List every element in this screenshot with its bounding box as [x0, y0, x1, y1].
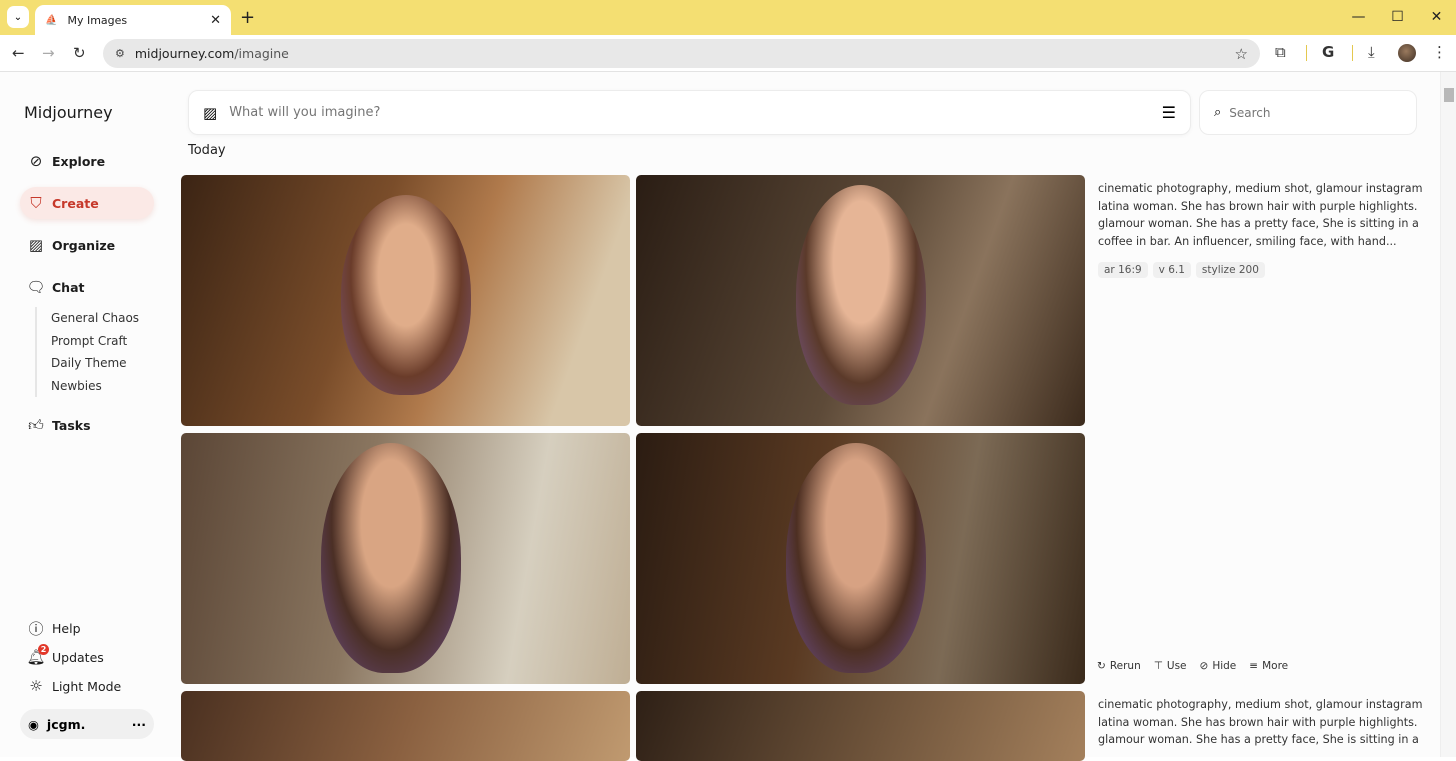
address-bar[interactable]: ⚙ midjourney.com/imagine ☆	[103, 39, 1260, 68]
tag-stylize[interactable]: stylize 200	[1195, 262, 1265, 278]
browser-tab[interactable]: ⛵ My Images ✕	[35, 5, 231, 35]
chat-icon: 🗨	[26, 278, 46, 296]
url-path: /imagine	[234, 46, 289, 61]
job-actions: ↻ Rerun ⊤ Use ⊘ Hide ≡ More	[1097, 660, 1288, 672]
menu-kebab-icon[interactable]: ⋮	[1432, 43, 1447, 61]
tab-search-dropdown[interactable]: ⌄	[7, 6, 29, 28]
more-options-icon[interactable]: ···	[132, 717, 146, 732]
use-button[interactable]: ⊤ Use	[1154, 660, 1187, 672]
section-title: Today	[188, 143, 226, 158]
help-icon: ⓘ	[28, 619, 44, 638]
reload-button[interactable]: ↻	[73, 44, 86, 62]
tab-title: My Images	[67, 13, 128, 27]
forward-button[interactable]: →	[42, 44, 55, 62]
more-button[interactable]: ≡ More	[1249, 660, 1288, 672]
sidebar-item-tasks[interactable]: 👍︎ Tasks	[20, 409, 154, 441]
new-tab-button[interactable]: +	[240, 7, 255, 28]
imagine-prompt-bar: ▨ ☰	[188, 90, 1191, 135]
channel-newbies[interactable]: Newbies	[51, 375, 139, 398]
prompt-text-2[interactable]: cinematic photography, medium shot, glam…	[1098, 696, 1423, 749]
sidebar-item-organize[interactable]: ▨ Organize	[20, 229, 154, 261]
profile-avatar[interactable]	[1398, 44, 1416, 62]
app-main: Midjourney ⊘ Explore ⛉ Create ▨ Organize 🗨 C…	[0, 72, 1440, 761]
sidebar-item-chat[interactable]: 🗨 Chat	[20, 271, 154, 303]
generated-image-4[interactable]	[636, 433, 1085, 684]
user-icon: ◉	[28, 716, 39, 732]
sidebar-item-explore[interactable]: ⊘ Explore	[20, 145, 154, 177]
user-menu[interactable]: ◉ jcgm. ···	[20, 709, 154, 739]
search-input[interactable]	[1229, 105, 1402, 120]
logo[interactable]: Midjourney	[24, 103, 113, 122]
back-button[interactable]: ←	[12, 44, 25, 62]
tag-version[interactable]: v 6.1	[1152, 262, 1191, 278]
extensions-icon[interactable]: ⧉	[1275, 43, 1286, 61]
close-window-button[interactable]: ✕	[1417, 0, 1456, 35]
tag-aspect-ratio[interactable]: ar 16:9	[1098, 262, 1148, 278]
minimize-button[interactable]: —	[1339, 0, 1378, 35]
close-tab-icon[interactable]: ✕	[210, 13, 221, 28]
generated-image-6[interactable]	[636, 691, 1085, 761]
rerun-icon: ↻	[1097, 660, 1106, 672]
scrollbar-thumb[interactable]	[1444, 88, 1454, 102]
browser-tab-bar: ⌄ ⛵ My Images ✕ + — ☐ ✕	[0, 0, 1456, 35]
sidebar-item-updates[interactable]: 🔔︎ 2 Updates	[20, 641, 154, 673]
image-upload-icon[interactable]: ▨	[203, 104, 217, 122]
menu-icon: ≡	[1249, 660, 1259, 672]
brush-icon: ⛉	[30, 194, 42, 212]
channel-prompt-craft[interactable]: Prompt Craft	[51, 330, 139, 353]
scrollbar[interactable]	[1440, 72, 1456, 757]
channel-general-chaos[interactable]: General Chaos	[51, 307, 139, 330]
generated-image-1[interactable]	[181, 175, 630, 426]
midjourney-favicon-icon: ⛵	[45, 14, 58, 26]
updates-badge: 2	[38, 644, 49, 655]
sidebar: Midjourney ⊘ Explore ⛉ Create ▨ Organize 🗨 C…	[0, 72, 170, 757]
chat-channel-list: General Chaos Prompt Craft Daily Theme N…	[35, 307, 139, 397]
generated-image-3[interactable]	[181, 433, 630, 684]
prompt-text-1[interactable]: cinematic photography, medium shot, glam…	[1098, 180, 1423, 250]
browser-toolbar: ← → ↻ ⚙ midjourney.com/imagine ☆ ⧉ G ⤓ ⋮	[0, 35, 1456, 72]
channel-daily-theme[interactable]: Daily Theme	[51, 352, 139, 375]
image-icon: ▨	[28, 236, 44, 254]
google-icon[interactable]: G	[1322, 43, 1334, 61]
eye-off-icon: ⊘	[1199, 660, 1209, 672]
imagine-input[interactable]	[229, 105, 1162, 120]
chevron-down-icon: ⌄	[13, 11, 23, 23]
parameter-tags: ar 16:9 v 6.1 stylize 200	[1098, 262, 1265, 278]
url-domain: midjourney.com	[134, 46, 235, 61]
settings-sliders-icon[interactable]: ☰	[1162, 103, 1176, 122]
download-icon[interactable]: ⤓	[1368, 43, 1375, 61]
sun-icon: ☼	[29, 677, 43, 695]
site-info-icon[interactable]: ⚙	[115, 47, 125, 60]
generated-image-5[interactable]	[181, 691, 630, 761]
thumbs-up-icon: 👍︎	[28, 415, 44, 434]
sidebar-item-create[interactable]: ⛉ Create	[20, 187, 154, 219]
search-icon: ⌕	[1214, 105, 1222, 120]
sidebar-item-light-mode[interactable]: ☼ Light Mode	[20, 670, 154, 702]
username: jcgm.	[46, 716, 86, 732]
sidebar-item-help[interactable]: ⓘ Help	[20, 612, 154, 644]
maximize-button[interactable]: ☐	[1378, 0, 1417, 35]
text-icon: ⊤	[1153, 660, 1163, 672]
bookmark-star-icon[interactable]: ☆	[1235, 45, 1248, 63]
rerun-button[interactable]: ↻ Rerun	[1097, 660, 1141, 672]
hide-button[interactable]: ⊘ Hide	[1200, 660, 1237, 672]
generated-image-2[interactable]	[636, 175, 1085, 426]
compass-icon: ⊘	[29, 152, 43, 170]
search-box: ⌕	[1199, 90, 1417, 135]
bell-icon: 🔔︎ 2	[26, 644, 49, 666]
